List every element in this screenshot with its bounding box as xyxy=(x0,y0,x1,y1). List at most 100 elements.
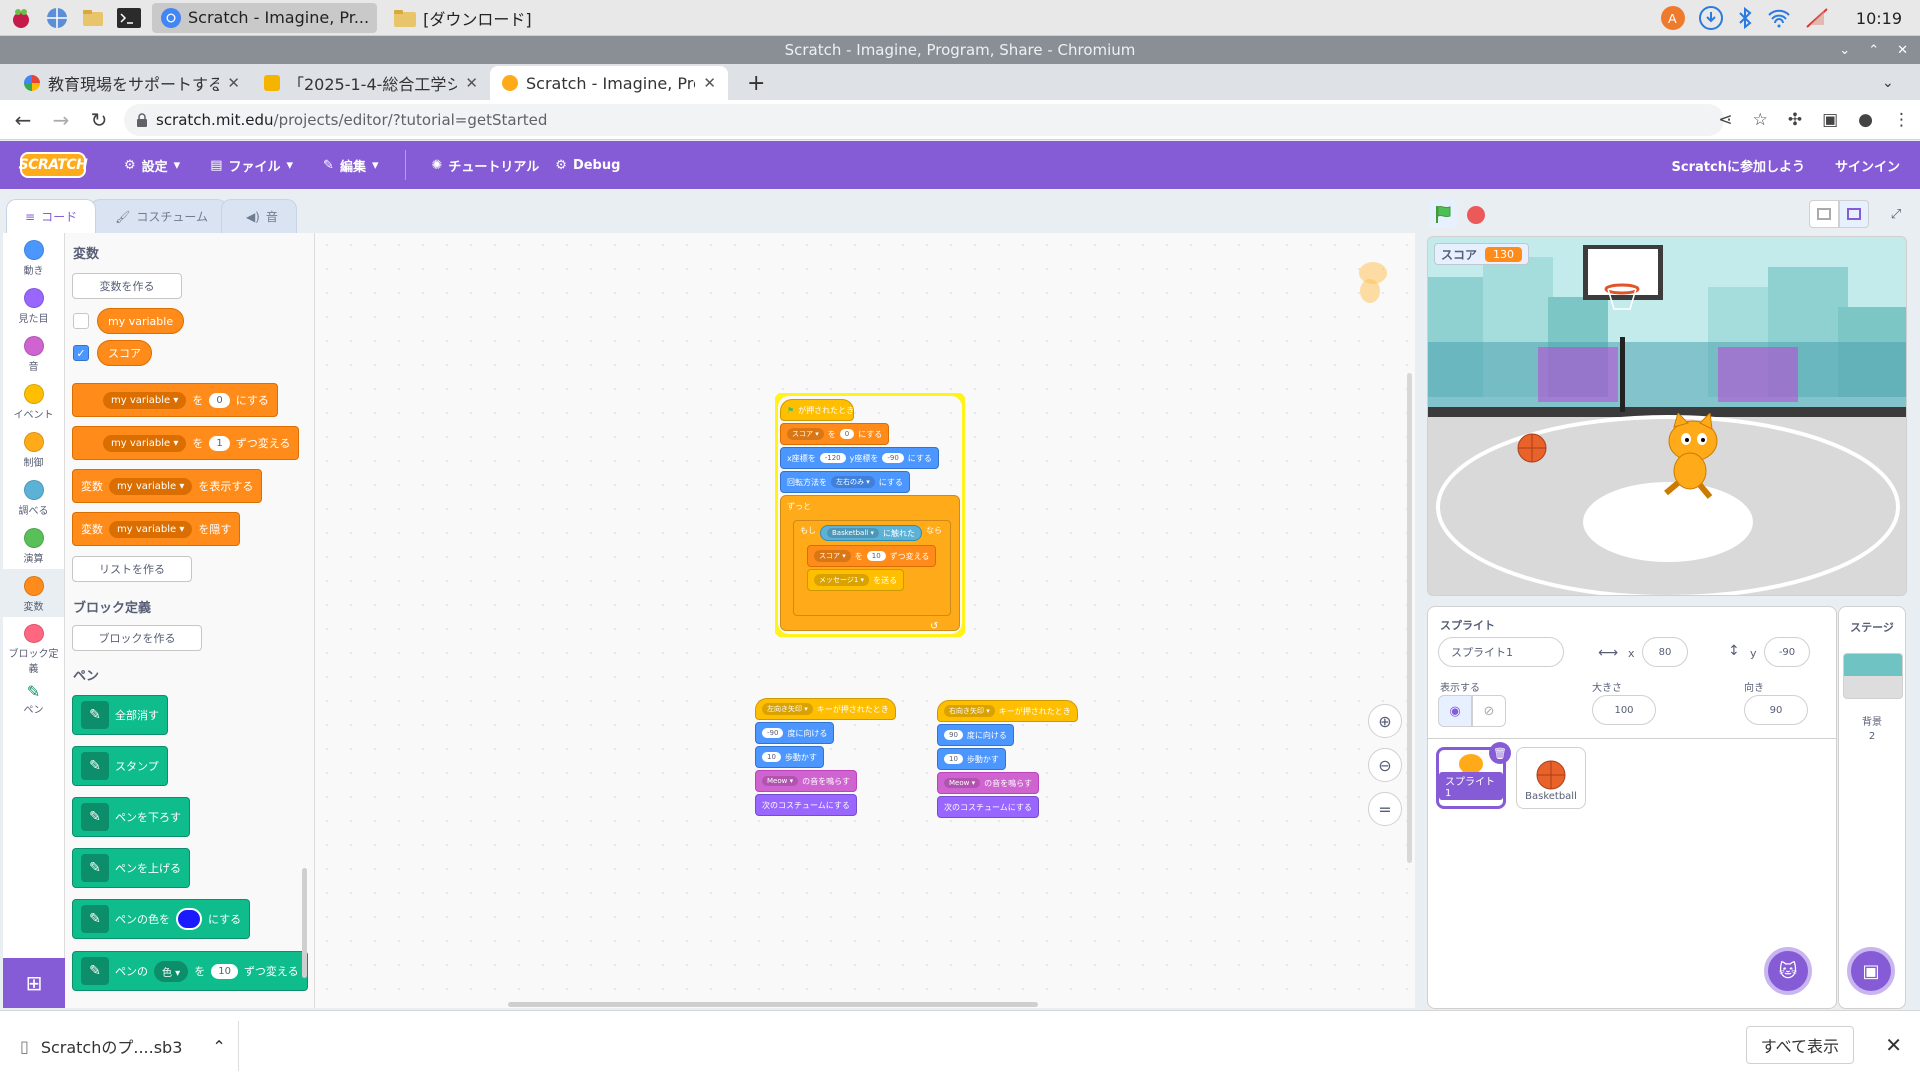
x-input[interactable]: 80 xyxy=(1642,637,1688,667)
browser-menu-icon[interactable]: ⋮ xyxy=(1893,110,1910,130)
category-control[interactable]: 制御 xyxy=(3,425,64,473)
show-sprite-button[interactable]: ◉ xyxy=(1438,695,1472,727)
variable-dropdown[interactable]: my variable ▾ xyxy=(109,520,193,538)
input-method-icon[interactable]: A xyxy=(1660,5,1686,31)
value-input[interactable]: 90 xyxy=(944,730,963,740)
variable-dropdown[interactable]: スコア ▾ xyxy=(814,550,851,562)
message-dropdown[interactable]: メッセージ1 ▾ xyxy=(814,574,870,586)
hide-variable-block[interactable]: 変数 my variable ▾ を隠す xyxy=(72,512,241,546)
color-swatch-input[interactable] xyxy=(176,908,202,930)
tab-search-icon[interactable]: ⌄ xyxy=(1870,66,1906,100)
scratch-logo[interactable]: SCRATCH xyxy=(19,152,88,178)
browser-tab-scratch[interactable]: Scratch - Imagine, Progra ✕ xyxy=(490,66,728,100)
sound-dropdown[interactable]: Meow ▾ xyxy=(762,776,799,786)
key-dropdown[interactable]: 左向き矢印 ▾ xyxy=(762,703,813,715)
point-direction-block[interactable]: -90 度に向ける xyxy=(755,722,835,744)
y-input[interactable]: -90 xyxy=(1764,637,1810,667)
make-list-button[interactable]: リストを作る xyxy=(72,556,192,582)
change-variable-block[interactable]: my variable ▾ を 1 ずつ変える xyxy=(72,426,300,460)
fullscreen-button[interactable]: ⤢ xyxy=(1881,200,1911,228)
value-input[interactable]: 1 xyxy=(209,435,230,451)
chevron-up-icon[interactable]: ⌃ xyxy=(212,1037,225,1056)
add-extension-button[interactable]: ⊞ xyxy=(3,958,65,1008)
tutorials-button[interactable]: ✺ チュートリアル xyxy=(432,156,540,175)
close-download-bar-icon[interactable]: ✕ xyxy=(1885,1033,1902,1057)
file-manager-icon[interactable] xyxy=(78,3,108,33)
variable-reporter-score[interactable]: スコア xyxy=(97,340,152,366)
tab-code[interactable]: ≡ コード xyxy=(6,199,97,233)
variable-checkbox[interactable]: ✓ xyxy=(73,345,89,361)
close-tab-icon[interactable]: ✕ xyxy=(465,74,478,92)
new-tab-button[interactable]: + xyxy=(735,66,777,100)
pen-param-dropdown[interactable]: 色 ▾ xyxy=(154,960,189,982)
zoom-reset-button[interactable]: = xyxy=(1368,792,1402,826)
category-myblocks[interactable]: ブロック定義 xyxy=(3,617,64,675)
pen-change-block[interactable]: ✎ ペンの 色 ▾ を 10 ずつ変える xyxy=(72,951,308,991)
bluetooth-icon[interactable] xyxy=(1736,5,1754,31)
stop-button[interactable] xyxy=(1467,206,1485,224)
value-input[interactable]: 0 xyxy=(209,392,230,408)
variable-monitor[interactable]: スコア 130 xyxy=(1434,243,1530,265)
category-sensing[interactable]: 調べる xyxy=(3,473,64,521)
settings-menu[interactable]: ⚙ 設定 ▾ xyxy=(124,156,180,175)
change-score-block[interactable]: スコア ▾ を 10 ずつ変える xyxy=(807,545,937,567)
browser-tab-slides[interactable]: 「2025-1-4-総合工学シ ✕ xyxy=(252,66,490,100)
value-input[interactable]: 10 xyxy=(866,551,886,561)
move-steps-block[interactable]: 10 歩動かす xyxy=(937,748,1006,770)
browser-tab-google[interactable]: 教育現場をサポートする ✕ xyxy=(12,66,252,100)
variable-dropdown[interactable]: my variable ▾ xyxy=(103,434,187,452)
touching-dropdown[interactable]: Basketball ▾ xyxy=(827,528,879,538)
sidepanel-icon[interactable]: ▣ xyxy=(1822,110,1838,130)
reload-icon[interactable]: ↻ xyxy=(84,108,114,132)
variable-dropdown[interactable]: スコア ▾ xyxy=(787,428,824,440)
touching-block[interactable]: Basketball ▾ に触れた xyxy=(820,525,922,541)
show-all-downloads-button[interactable]: すべて表示 xyxy=(1745,1026,1854,1064)
value-input[interactable]: -120 xyxy=(819,453,846,463)
goto-xy-block[interactable]: x座標を -120 y座標を -90 にする xyxy=(780,447,939,469)
variable-reporter-myvariable[interactable]: my variable xyxy=(97,308,185,334)
category-motion[interactable]: 動き xyxy=(3,233,64,281)
zoom-out-button[interactable]: ⊖ xyxy=(1368,748,1402,782)
play-sound-block[interactable]: Meow ▾ の音を鳴らす xyxy=(937,772,1039,794)
file-menu[interactable]: ▤ ファイル ▾ xyxy=(210,156,293,175)
palette-scrollbar[interactable] xyxy=(302,868,307,978)
pen-up-block[interactable]: ✎ ペンを上げる xyxy=(72,848,190,888)
make-variable-button[interactable]: 変数を作る xyxy=(72,273,182,299)
join-scratch-link[interactable]: Scratchに参加しよう xyxy=(1672,156,1805,175)
point-direction-block[interactable]: 90 度に向ける xyxy=(937,724,1014,746)
variable-dropdown[interactable]: my variable ▾ xyxy=(109,477,193,495)
debug-button[interactable]: ⚙ Debug xyxy=(555,158,620,173)
category-events[interactable]: イベント xyxy=(3,377,64,425)
category-pen[interactable]: ✎ ペン xyxy=(3,675,64,723)
next-costume-block[interactable]: 次のコスチュームにする xyxy=(937,796,1039,818)
extensions-icon[interactable]: ✣ xyxy=(1788,110,1802,130)
when-key-pressed-block[interactable]: 右向き矢印 ▾ キーが押されたとき xyxy=(937,700,1078,722)
download-tray-icon[interactable] xyxy=(1698,5,1724,31)
sound-dropdown[interactable]: Meow ▾ xyxy=(944,778,981,788)
value-input[interactable]: 10 xyxy=(211,963,238,979)
maximize-icon[interactable]: ⌃ xyxy=(1868,43,1879,58)
script-area[interactable]: ⚑ が押されたとき スコア ▾ を 0 にする x座標を -120 y座標を -… xyxy=(315,233,1415,1008)
pen-clear-block[interactable]: ✎ 全部消す xyxy=(72,695,168,735)
minimize-icon[interactable]: ⌄ xyxy=(1839,43,1850,58)
backdrop-thumbnail[interactable] xyxy=(1843,653,1903,699)
large-stage-button[interactable] xyxy=(1839,200,1869,228)
category-variables[interactable]: 変数 xyxy=(3,569,64,617)
stage-canvas[interactable]: スコア 130 xyxy=(1427,236,1907,596)
delete-sprite-button[interactable]: 🗑 xyxy=(1489,742,1511,764)
taskbar-task-downloads[interactable]: [ダウンロード] xyxy=(385,3,540,33)
pen-down-block[interactable]: ✎ ペンを下ろす xyxy=(72,797,190,837)
terminal-icon[interactable] xyxy=(114,3,144,33)
cat-sprite[interactable] xyxy=(1648,413,1728,503)
horizontal-scrollbar[interactable] xyxy=(508,1002,1038,1007)
category-looks[interactable]: 見た目 xyxy=(3,281,64,329)
small-stage-button[interactable] xyxy=(1809,200,1839,228)
value-input[interactable]: -90 xyxy=(762,728,784,738)
close-tab-icon[interactable]: ✕ xyxy=(703,74,716,92)
value-input[interactable]: 10 xyxy=(762,752,781,762)
when-key-pressed-block[interactable]: 左向き矢印 ▾ キーが押されたとき xyxy=(755,698,896,720)
if-then-block[interactable]: もし Basketball ▾ に触れた なら xyxy=(793,520,951,616)
size-input[interactable]: 100 xyxy=(1592,695,1656,725)
browser-launcher-icon[interactable] xyxy=(42,3,72,33)
show-variable-block[interactable]: 変数 my variable ▾ を表示する xyxy=(72,469,263,503)
